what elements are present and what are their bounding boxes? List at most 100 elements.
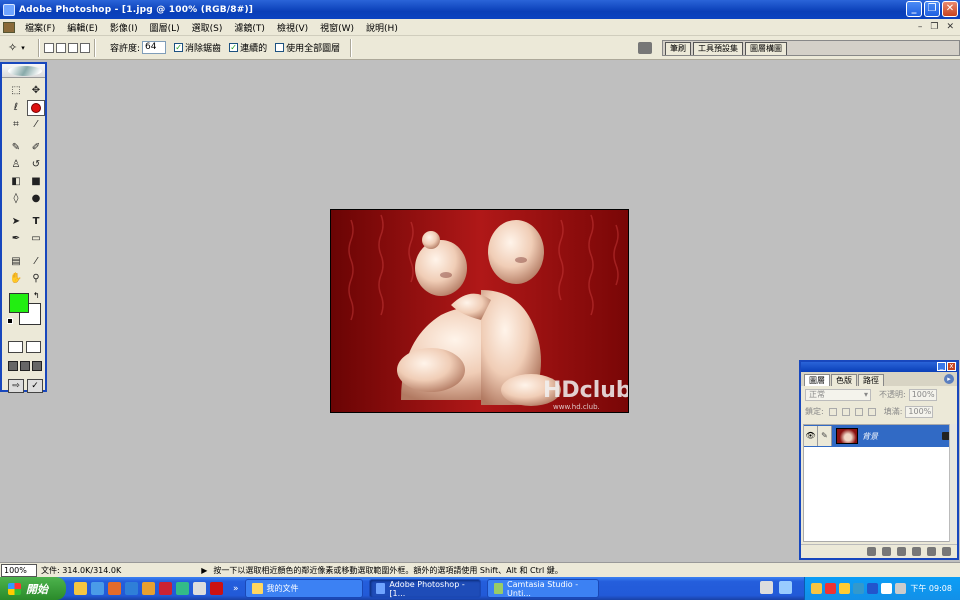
menu-file[interactable]: 檔案(F)	[19, 21, 61, 34]
tab-channels[interactable]: 色版	[831, 374, 857, 386]
dodge-tool-icon[interactable]: ●	[27, 191, 45, 207]
gradient-tool-icon[interactable]: ■	[27, 174, 45, 190]
menu-window[interactable]: 視窗(W)	[314, 21, 360, 34]
history-brush-tool-icon[interactable]: ↺	[27, 157, 45, 173]
eraser-tool-icon[interactable]: ◧	[7, 174, 25, 190]
opacity-input[interactable]: 100%	[908, 388, 937, 401]
tolerance-input[interactable]: 64	[142, 41, 167, 54]
magic-wand-tool-icon[interactable]	[27, 100, 45, 116]
panel-close-button[interactable]: x	[947, 362, 956, 371]
trash-icon[interactable]	[942, 547, 951, 556]
tray-app-icon[interactable]	[881, 583, 892, 594]
menu-view[interactable]: 檢視(V)	[271, 21, 314, 34]
volume-icon[interactable]	[895, 583, 906, 594]
menu-layer[interactable]: 圖層(L)	[144, 21, 186, 34]
tab-paths[interactable]: 路徑	[858, 374, 884, 386]
blur-tool-icon[interactable]: ◊	[7, 191, 25, 207]
firefox-icon[interactable]	[142, 582, 155, 595]
doc-restore-button[interactable]: ❐	[930, 22, 938, 32]
tray-app-icon[interactable]	[825, 583, 836, 594]
tool-preset-picker[interactable]: ✧ ▾	[8, 39, 34, 57]
panel-menu-icon[interactable]: ▸	[944, 374, 954, 384]
standard-mode-button[interactable]	[8, 341, 23, 353]
contiguous-checkbox[interactable]: ✓ 連續的	[229, 41, 267, 54]
app-icon[interactable]	[159, 582, 172, 595]
desktop-icon[interactable]	[91, 582, 104, 595]
healing-brush-tool-icon[interactable]: ✎	[7, 140, 25, 156]
default-colors-icon[interactable]	[7, 318, 13, 324]
panel-minimize-button[interactable]: _	[937, 362, 946, 371]
folder-icon[interactable]	[74, 582, 87, 595]
app-icon[interactable]	[210, 582, 223, 595]
tab-brushes[interactable]: 筆刷	[665, 42, 691, 55]
fill-input[interactable]: 100%	[905, 405, 934, 418]
zoom-tool-icon[interactable]: ⚲	[27, 271, 45, 287]
lock-all-icon[interactable]	[867, 407, 876, 416]
pen-icon[interactable]	[779, 581, 792, 594]
layer-row[interactable]: 👁 ✎ 背景	[804, 425, 954, 447]
quick-launch-more-icon[interactable]: »	[233, 584, 239, 594]
blend-mode-select[interactable]: 正常 ▾	[805, 388, 871, 401]
crop-tool-icon[interactable]: ⌗	[7, 117, 25, 133]
jump-to-other-app-button[interactable]: ✓	[27, 379, 43, 393]
intersect-selection-button[interactable]	[80, 42, 90, 53]
document-size[interactable]: 文件: 314.0K/314.0K	[41, 565, 121, 576]
media-icon[interactable]	[108, 582, 121, 595]
zoom-input[interactable]: 100%	[1, 563, 37, 577]
toolbox-header[interactable]	[2, 64, 45, 78]
layers-panel-titlebar[interactable]: _ x	[801, 362, 957, 372]
tab-layer-comps[interactable]: 圖層構圖	[745, 42, 787, 55]
new-selection-button[interactable]	[44, 42, 54, 53]
move-tool-icon[interactable]: ✥	[27, 83, 45, 99]
tab-tool-presets[interactable]: 工具預設集	[693, 42, 743, 55]
full-screen-mode-button[interactable]	[32, 361, 42, 371]
add-layer-style-icon[interactable]	[867, 547, 876, 556]
sample-all-layers-checkbox[interactable]: 使用全部圖層	[275, 41, 340, 54]
notes-tool-icon[interactable]: ▤	[7, 254, 25, 270]
add-to-selection-button[interactable]	[56, 42, 66, 53]
anti-alias-checkbox[interactable]: ✓ 消除鋸齒	[174, 41, 221, 54]
close-button[interactable]: ✕	[942, 1, 958, 17]
photoshop-app-icon[interactable]	[3, 3, 15, 16]
full-screen-menu-mode-button[interactable]	[20, 361, 30, 371]
doc-close-button[interactable]: ✕	[946, 22, 954, 32]
tray-app-icon[interactable]	[811, 583, 822, 594]
document-canvas[interactable]: HDclub www.hd.club.	[330, 209, 629, 413]
slice-tool-icon[interactable]: ⁄	[27, 117, 45, 133]
lock-pixels-icon[interactable]	[841, 407, 850, 416]
app-icon[interactable]	[193, 582, 206, 595]
taskbar-button-my-documents[interactable]: 我的文件	[244, 579, 363, 598]
swap-colors-icon[interactable]: ↰	[33, 291, 40, 300]
clone-stamp-tool-icon[interactable]: ♙	[7, 157, 25, 173]
tray-app-icon[interactable]	[839, 583, 850, 594]
brush-tool-icon[interactable]: ✐	[27, 140, 45, 156]
play-arrow-icon[interactable]: ▶	[201, 566, 207, 575]
add-mask-icon[interactable]	[882, 547, 891, 556]
menu-filter[interactable]: 濾鏡(T)	[228, 21, 271, 34]
lasso-tool-icon[interactable]: ℓ	[7, 100, 25, 116]
minimize-button[interactable]: _	[906, 1, 922, 17]
brush-link-icon[interactable]: ✎	[818, 426, 832, 446]
menu-image[interactable]: 影像(I)	[104, 21, 144, 34]
standard-screen-mode-button[interactable]	[8, 361, 18, 371]
new-layer-icon[interactable]	[927, 547, 936, 556]
type-tool-icon[interactable]: T	[27, 214, 45, 230]
tray-app-icon[interactable]	[853, 583, 864, 594]
tray-play-icon[interactable]	[867, 583, 878, 594]
restore-button[interactable]: ❐	[924, 1, 940, 17]
ie-icon[interactable]	[125, 582, 138, 595]
menu-edit[interactable]: 編輯(E)	[61, 21, 104, 34]
menu-select[interactable]: 選取(S)	[186, 21, 229, 34]
lock-transparency-icon[interactable]	[828, 407, 837, 416]
lock-position-icon[interactable]	[854, 407, 863, 416]
menu-help[interactable]: 說明(H)	[360, 21, 404, 34]
app-icon[interactable]	[176, 582, 189, 595]
marquee-tool-icon[interactable]: ⬚	[7, 83, 25, 99]
eye-visibility-icon[interactable]: 👁	[804, 426, 818, 446]
file-browser-icon[interactable]	[638, 42, 652, 54]
eyedropper-tool-icon[interactable]: ⁄	[27, 254, 45, 270]
adjustment-layer-icon[interactable]	[912, 547, 921, 556]
taskbar-button-camtasia[interactable]: Camtasia Studio - Unti...	[486, 579, 599, 598]
quick-mask-mode-button[interactable]	[26, 341, 41, 353]
clock[interactable]: 下午 09:08	[910, 583, 952, 594]
